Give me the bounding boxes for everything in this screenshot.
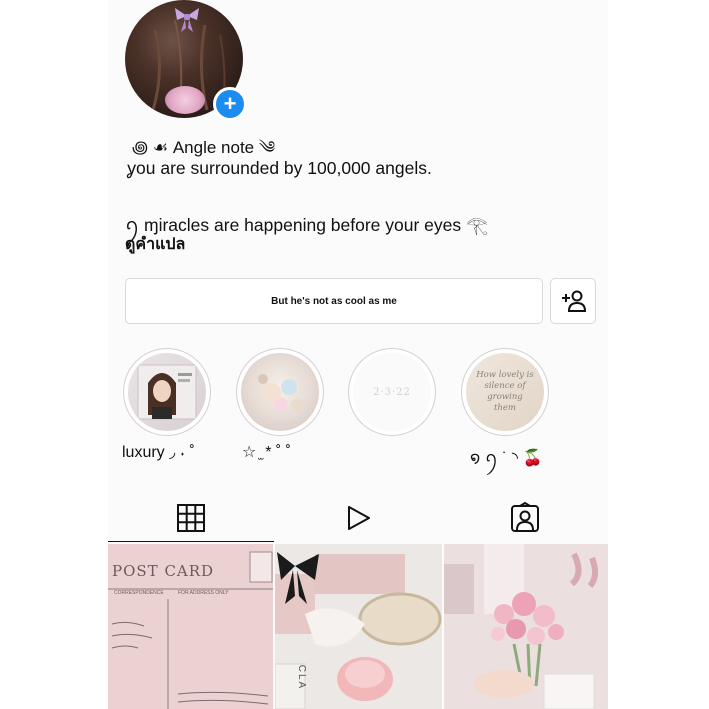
- highlight-ring: 2·3·22: [348, 348, 436, 436]
- box-brand-text: CLA: [296, 664, 308, 691]
- bio-line: ỿou are surrounded by 100,000 angels.: [127, 158, 432, 178]
- story-highlight[interactable]: How lovely is silence of growing them ໑ …: [460, 348, 550, 467]
- jewelry-cover: [241, 353, 319, 431]
- story-highlight[interactable]: 2·3·22: [347, 348, 437, 436]
- highlight-cover-image: [258, 374, 303, 412]
- profile-action-button-label: But he's not as cool as me: [271, 295, 397, 307]
- profile-tabs: [108, 494, 608, 542]
- postcard-sub-left: CORRESPONDENCE: [114, 590, 164, 596]
- add-person-icon: [562, 290, 586, 312]
- grid-icon: [177, 503, 205, 532]
- add-story-plus-icon[interactable]: +: [213, 87, 247, 121]
- highlight-label: ໑ ꪆ ˙ ◝ 🍒: [470, 450, 543, 467]
- postcard-sub-right: FOR ADDRESS ONLY: [178, 590, 229, 596]
- profile-screen: + ꩜ ☙ Angle note ༄ ỿou are surrounded by…: [108, 0, 608, 709]
- post-thumbnail[interactable]: POST CARD CORRESPONDENCE FOR ADDRESS ONL…: [108, 544, 273, 709]
- date-cover: 2·3·22: [353, 353, 431, 431]
- tab-reels[interactable]: [275, 494, 441, 542]
- story-highlight[interactable]: ☆ ̫ * ˚ ˚: [235, 348, 325, 461]
- avatar-container[interactable]: +: [125, 0, 247, 121]
- highlight-ring: [123, 348, 211, 436]
- pink-flower-bouquet-image: [444, 544, 608, 709]
- highlight-cover-text: How lovely is silence of growing them: [476, 370, 534, 413]
- tab-tagged[interactable]: [442, 494, 608, 542]
- post-thumbnail[interactable]: [444, 544, 608, 709]
- highlight-cover-image: [137, 364, 197, 420]
- see-translation-link[interactable]: ดูคำแปล: [125, 232, 185, 257]
- girl-photo-cover: [128, 353, 206, 431]
- highlight-cover-text: 2·3·22: [373, 386, 411, 398]
- story-highlight[interactable]: luxury ◞ ˖ ˚: [122, 348, 212, 461]
- tab-grid[interactable]: [108, 494, 274, 542]
- flower-decoration: [165, 86, 205, 114]
- highlight-ring: [236, 348, 324, 436]
- play-icon: [348, 506, 370, 530]
- post-thumbnail[interactable]: CLA: [275, 544, 442, 709]
- highlight-label: ☆ ̫ * ˚ ˚: [242, 444, 292, 461]
- profile-action-button[interactable]: But he's not as cool as me: [125, 278, 543, 324]
- postcard-title: POST CARD: [112, 562, 215, 580]
- post-grid: POST CARD CORRESPONDENCE FOR ADDRESS ONL…: [108, 544, 608, 709]
- tagged-person-icon: [511, 502, 539, 532]
- highlight-label: luxury ◞ ˖ ˚: [122, 444, 195, 461]
- suggested-people-button[interactable]: [550, 278, 596, 324]
- quote-cover: How lovely is silence of growing them: [466, 353, 544, 431]
- highlight-ring: How lovely is silence of growing them: [461, 348, 549, 436]
